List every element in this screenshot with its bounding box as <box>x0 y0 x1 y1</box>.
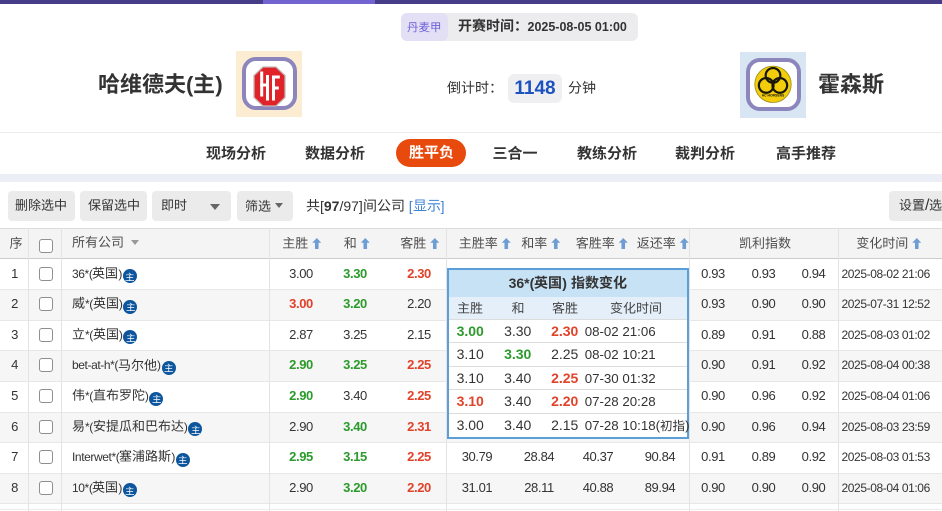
svg-text:AC HORSENS: AC HORSENS <box>761 94 784 98</box>
